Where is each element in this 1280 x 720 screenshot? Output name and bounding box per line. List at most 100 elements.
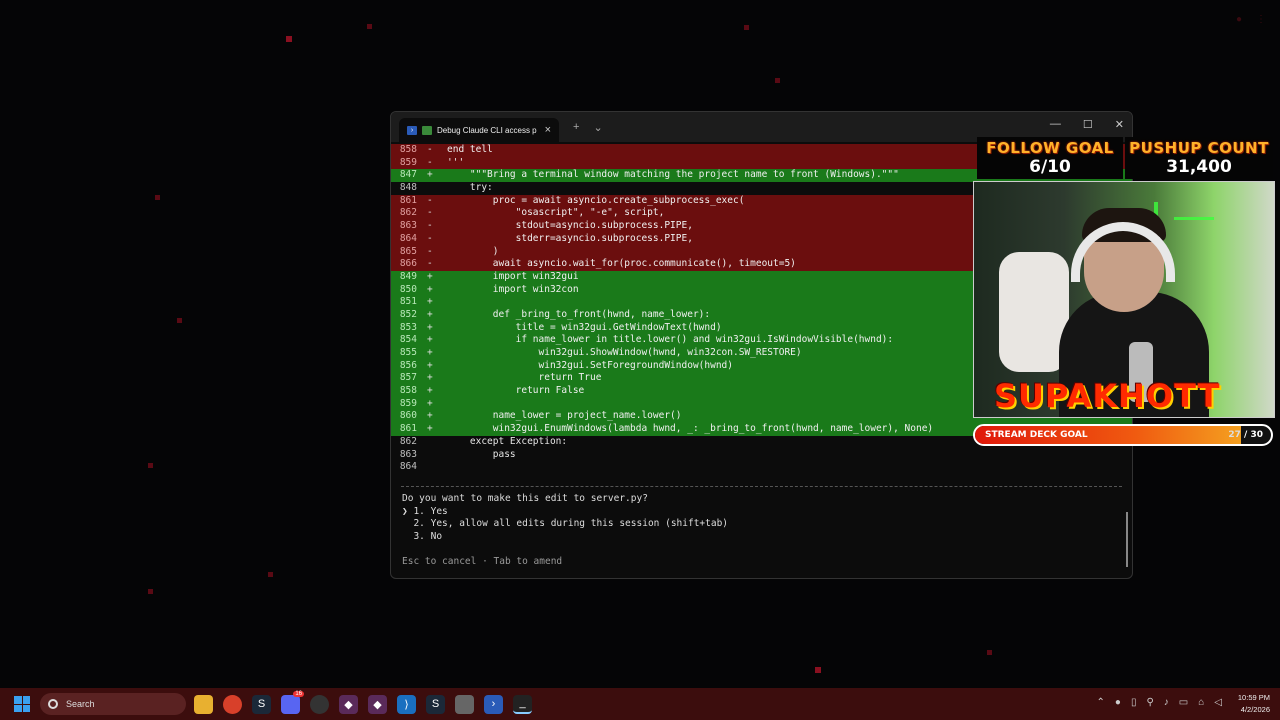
diff-marker: + (427, 296, 433, 308)
diff-marker: - (427, 194, 433, 206)
line-number: 852 (399, 308, 417, 320)
deck-goal-label: STREAM DECK GOAL (985, 430, 1088, 440)
line-number: 855 (399, 347, 417, 358)
line-number: 857 (399, 372, 417, 384)
line-number: 851 (399, 296, 417, 308)
diff-marker: - (427, 207, 433, 219)
usb-icon[interactable]: ⚲ (1146, 697, 1153, 708)
diff-marker: + (427, 321, 433, 333)
option-no[interactable]: 3. No (402, 531, 1132, 544)
line-text: def _bring_to_front(hwnd, name_lower): (447, 308, 711, 320)
line-number: 856 (399, 359, 417, 371)
diff-marker: + (427, 283, 433, 295)
option-yes-all[interactable]: 2. Yes, allow all edits during this sess… (402, 518, 1132, 531)
background-speck (286, 36, 292, 42)
mic-icon[interactable]: ♪ (1164, 697, 1169, 708)
follow-goal-widget: FOLLOW GOAL 6/10 (977, 137, 1123, 179)
line-text: title = win32gui.GetWindowText(hwnd) (447, 321, 722, 333)
diff-marker (421, 182, 447, 195)
line-number: 866 (399, 258, 417, 270)
background-speck (148, 463, 153, 468)
steam-icon[interactable]: S (426, 694, 445, 714)
discord-icon[interactable]: 16 (281, 690, 304, 714)
obs-icon[interactable] (310, 694, 329, 714)
line-number: 859 (399, 156, 417, 168)
diff-marker: + (427, 385, 433, 397)
line-text: try: (447, 182, 493, 194)
line-number: 859 (399, 397, 417, 409)
corner-icons: ● ⋮ (1236, 14, 1266, 25)
line-number: 861 (399, 423, 417, 435)
diff-marker: + (427, 270, 433, 282)
close-window-button[interactable]: ✕ (1115, 118, 1124, 131)
line-number: 863 (399, 220, 417, 232)
prompt-hint: Esc to cancel · Tab to amend (402, 555, 563, 567)
diff-marker: - (427, 144, 433, 155)
search-box[interactable]: Search (40, 693, 186, 715)
tab-title: Debug Claude CLI access p (437, 125, 537, 135)
maximize-button[interactable]: ☐ (1083, 118, 1093, 131)
diff-marker (421, 449, 447, 462)
line-number: 861 (399, 194, 417, 206)
terminal-tab[interactable]: › Debug Claude CLI access p × (399, 118, 559, 142)
store-icon[interactable] (455, 694, 474, 714)
line-text: ) (447, 245, 499, 257)
powershell-icon[interactable]: › (484, 694, 503, 714)
line-number: 847 (399, 169, 417, 181)
tray-app-icon[interactable]: ● (1115, 697, 1121, 708)
line-number: 850 (399, 283, 417, 295)
chevron-up-icon[interactable]: ⌃ (1097, 697, 1105, 708)
background-speck (987, 650, 992, 655)
line-number: 863 (399, 448, 417, 460)
vscode-icon[interactable]: ⟩ (397, 694, 416, 714)
more-vertical-icon[interactable]: ⋮ (1256, 14, 1266, 25)
neon-light (1174, 217, 1214, 220)
volume-icon[interactable]: ◁ (1214, 697, 1222, 708)
claude-icon (422, 125, 432, 135)
windows-start-icon[interactable] (14, 696, 30, 712)
file-explorer-icon[interactable] (194, 694, 213, 714)
line-text: win32gui.ShowWindow(hwnd, win32con.SW_RE… (447, 347, 802, 358)
network-icon[interactable]: ⌂ (1198, 697, 1204, 708)
pushup-count-title: PUSHUP COUNT (1129, 139, 1269, 157)
stream-deck-goal-bar: STREAM DECK GOAL 27 / 30 (973, 424, 1273, 446)
app-icon[interactable]: ◆ (339, 694, 358, 714)
terminal-icon[interactable]: _ (513, 694, 532, 714)
diff-marker: - (427, 232, 433, 244)
app-icon[interactable]: ◆ (368, 694, 387, 714)
line-number: 853 (399, 321, 417, 333)
line-text: return True (447, 372, 602, 384)
line-number: 858 (399, 385, 417, 397)
prompt-divider (401, 485, 1122, 487)
line-text: end tell (447, 144, 493, 155)
webcam-feed: SUPAKHOTT (973, 181, 1275, 418)
steam-icon[interactable]: S (252, 694, 271, 714)
diff-marker: + (427, 334, 433, 346)
diff-marker (421, 436, 447, 449)
diff-marker: + (427, 410, 433, 422)
deck-goal-total: 30 (1250, 430, 1263, 440)
search-icon (48, 699, 58, 709)
diff-line: 863 pass (391, 449, 1132, 462)
clock[interactable]: 10:59 PM 4/2/2026 (1238, 692, 1270, 716)
line-text: stdout=asyncio.subprocess.PIPE, (447, 220, 693, 232)
line-text: if name_lower in title.lower() and win32… (447, 334, 894, 346)
system-tray: ⌃ ● ▯ ⚲ ♪ ▭ ⌂ ◁ (1097, 697, 1222, 708)
line-text: "osascript", "-e", script, (447, 207, 665, 219)
option-yes[interactable]: ❯ 1. Yes (402, 506, 1132, 519)
line-text: return False (447, 385, 585, 397)
powershell-icon: › (407, 125, 417, 135)
microphone-icon[interactable]: ● (1236, 14, 1242, 25)
battery-icon[interactable]: ▯ (1131, 697, 1137, 708)
minimize-button[interactable]: — (1050, 118, 1061, 131)
close-tab-icon[interactable]: × (545, 124, 551, 136)
display-icon[interactable]: ▭ (1179, 697, 1188, 708)
chrome-icon[interactable] (223, 694, 242, 714)
background-speck (367, 24, 372, 29)
line-text: stderr=asyncio.subprocess.PIPE, (447, 232, 693, 244)
tab-dropdown-button[interactable]: ⌄ (593, 121, 602, 134)
scrollbar[interactable] (1126, 512, 1128, 567)
line-text: except Exception: (447, 435, 568, 447)
new-tab-button[interactable]: + (573, 121, 579, 133)
diff-marker: + (427, 308, 433, 320)
